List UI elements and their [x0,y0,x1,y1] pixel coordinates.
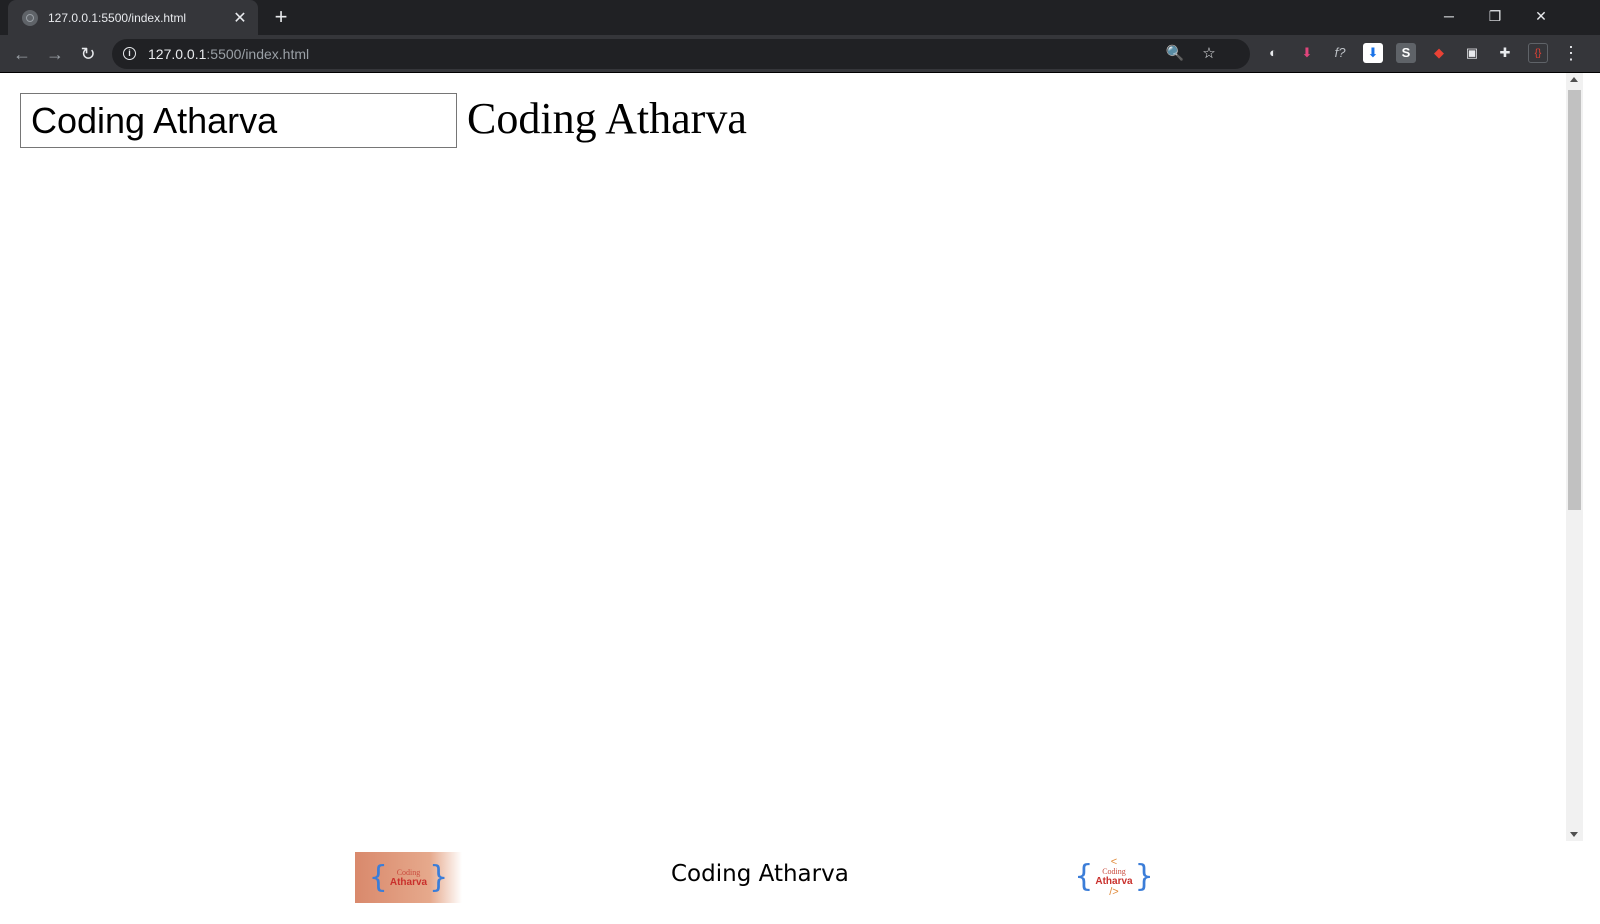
minimize-button[interactable]: ─ [1426,0,1472,35]
tab-close-icon[interactable]: ✕ [228,8,252,28]
zoom-icon[interactable]: 🔍 [1164,43,1186,65]
logo-coding-text: Coding [396,867,421,877]
extension-icon[interactable]: f? [1330,43,1350,63]
globe-icon [22,9,38,26]
camera-icon[interactable]: ▣ [1462,43,1482,63]
extension-icon[interactable]: ◆ [1429,43,1449,63]
footer: { Coding Atharva } Coding Atharva { < Co… [0,841,1600,924]
browser-tab-strip: 127.0.0.1:5500/index.html ✕ + ─ ❐ ✕ [0,0,1600,35]
scroll-up-arrow-icon[interactable] [1570,77,1578,82]
extension-icon[interactable]: ◐ [1263,43,1283,63]
logo-brace-close: } [1134,859,1154,894]
scrollbar-thumb[interactable] [1568,90,1581,510]
forward-button[interactable]: → [41,40,69,68]
vertical-scrollbar[interactable] [1566,73,1583,841]
address-bar[interactable]: i 127.0.0.1:5500/index.html 🔍 ☆ [112,39,1250,69]
back-button[interactable]: ← [8,40,36,68]
url-text[interactable]: 127.0.0.1:5500/index.html [148,46,309,62]
logo-brace-close: } [429,859,449,895]
browser-toolbar: ← → ↻ i 127.0.0.1:5500/index.html 🔍 ☆ ◐ … [0,35,1600,73]
profile-avatar[interactable]: {} [1528,43,1548,63]
footer-text: Coding Atharva [671,861,849,887]
logo-left: { Coding Atharva } [355,852,462,903]
maximize-button[interactable]: ❐ [1472,0,1518,35]
logo-tag-close: /> [1109,886,1119,898]
url-host: 127.0.0.1 [148,46,207,62]
puzzle-icon[interactable]: ✚ [1495,43,1515,63]
page-heading: Coding Atharva [467,94,747,143]
bookmark-star-icon[interactable]: ☆ [1198,43,1220,65]
close-window-button[interactable]: ✕ [1518,0,1564,35]
logo-tag-open: < [1110,856,1118,868]
new-tab-button[interactable]: + [268,5,294,31]
browser-tab[interactable]: 127.0.0.1:5500/index.html ✕ [8,0,258,35]
scroll-down-arrow-icon[interactable] [1570,832,1578,837]
info-icon[interactable]: i [123,47,136,60]
extension-icon[interactable]: ⬇ [1297,43,1317,63]
tab-title: 127.0.0.1:5500/index.html [48,10,187,25]
reload-button[interactable]: ↻ [74,40,102,68]
logo-brace-open: { [368,859,388,895]
text-input[interactable] [20,93,457,148]
extension-icon[interactable]: S [1396,43,1416,63]
page-content: Coding Atharva [0,73,1566,924]
menu-icon[interactable]: ⋮ [1561,43,1581,63]
logo-right: { < Coding Atharva /> } [1074,850,1153,904]
extension-icon[interactable]: ⬇ [1363,43,1383,63]
logo-atharva-text: Atharva [389,876,428,888]
url-path: :5500/index.html [206,46,310,62]
logo-brace-open: { [1074,859,1094,894]
